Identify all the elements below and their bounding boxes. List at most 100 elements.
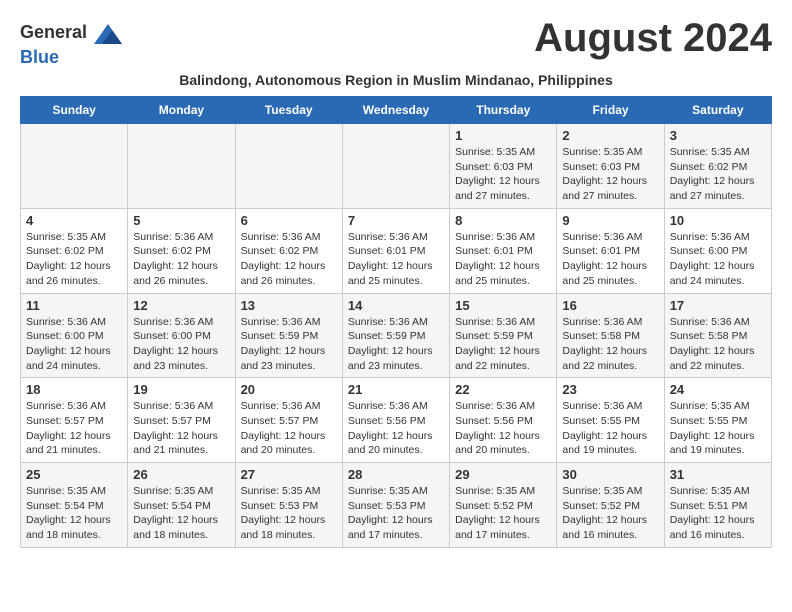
- day-number: 9: [562, 213, 658, 228]
- day-number: 7: [348, 213, 444, 228]
- day-info: Sunrise: 5:36 AMSunset: 6:00 PMDaylight:…: [26, 315, 122, 374]
- calendar-day-1: 1 Sunrise: 5:35 AMSunset: 6:03 PMDaylight…: [450, 124, 557, 209]
- calendar-day-25: 25 Sunrise: 5:35 AMSunset: 5:54 PMDayligh…: [21, 463, 128, 548]
- calendar-week-row: 11Sunrise: 5:36 AMSunset: 6:00 PMDayligh…: [21, 293, 772, 378]
- day-info: Sunrise: 5:36 AMSunset: 6:00 PMDaylight:…: [670, 230, 766, 289]
- calendar-day-21: 21 Sunrise: 5:36 AMSunset: 5:56 PMDayligh…: [342, 378, 449, 463]
- day-info: Sunrise: 5:36 AMSunset: 6:01 PMDaylight:…: [455, 230, 551, 289]
- day-header-sunday: Sunday: [21, 97, 128, 124]
- day-info: Sunrise: 5:36 AMSunset: 6:00 PMDaylight:…: [133, 315, 229, 374]
- day-number: 26: [133, 467, 229, 482]
- month-year-title: August 2024: [534, 16, 772, 60]
- calendar-day-10: 10 Sunrise: 5:36 AMSunset: 6:00 PMDayligh…: [664, 208, 771, 293]
- logo-general: General: [20, 22, 87, 42]
- day-info: Sunrise: 5:35 AMSunset: 6:02 PMDaylight:…: [670, 145, 766, 204]
- calendar-subtitle: Balindong, Autonomous Region in Muslim M…: [20, 72, 772, 88]
- calendar-week-row: 25 Sunrise: 5:35 AMSunset: 5:54 PMDayligh…: [21, 463, 772, 548]
- calendar-empty-cell: [21, 124, 128, 209]
- calendar-day-2: 2 Sunrise: 5:35 AMSunset: 6:03 PMDaylight…: [557, 124, 664, 209]
- calendar-day-4: 4Sunrise: 5:35 AMSunset: 6:02 PMDaylight…: [21, 208, 128, 293]
- day-number: 16: [562, 298, 658, 313]
- calendar-day-22: 22 Sunrise: 5:36 AMSunset: 5:56 PMDayligh…: [450, 378, 557, 463]
- calendar-week-row: 1 Sunrise: 5:35 AMSunset: 6:03 PMDaylight…: [21, 124, 772, 209]
- calendar-table: SundayMondayTuesdayWednesdayThursdayFrid…: [20, 96, 772, 548]
- calendar-day-15: 15 Sunrise: 5:36 AMSunset: 5:59 PMDayligh…: [450, 293, 557, 378]
- day-info: Sunrise: 5:35 AMSunset: 5:54 PMDaylight:…: [133, 484, 229, 543]
- day-header-monday: Monday: [128, 97, 235, 124]
- calendar-day-13: 13 Sunrise: 5:36 AMSunset: 5:59 PMDayligh…: [235, 293, 342, 378]
- calendar-day-20: 20 Sunrise: 5:36 AMSunset: 5:57 PMDayligh…: [235, 378, 342, 463]
- calendar-empty-cell: [128, 124, 235, 209]
- day-number: 3: [670, 128, 766, 143]
- day-number: 19: [133, 382, 229, 397]
- calendar-day-3: 3 Sunrise: 5:35 AMSunset: 6:02 PMDaylight…: [664, 124, 771, 209]
- day-info: Sunrise: 5:36 AMSunset: 5:59 PMDaylight:…: [241, 315, 337, 374]
- day-info: Sunrise: 5:35 AMSunset: 5:55 PMDaylight:…: [670, 399, 766, 458]
- day-number: 1: [455, 128, 551, 143]
- calendar-day-26: 26 Sunrise: 5:35 AMSunset: 5:54 PMDayligh…: [128, 463, 235, 548]
- calendar-day-17: 17 Sunrise: 5:36 AMSunset: 5:58 PMDayligh…: [664, 293, 771, 378]
- day-info: Sunrise: 5:36 AMSunset: 5:59 PMDaylight:…: [348, 315, 444, 374]
- day-number: 2: [562, 128, 658, 143]
- day-number: 20: [241, 382, 337, 397]
- day-number: 21: [348, 382, 444, 397]
- calendar-week-row: 18 Sunrise: 5:36 AMSunset: 5:57 PMDayligh…: [21, 378, 772, 463]
- day-info: Sunrise: 5:36 AMSunset: 5:58 PMDaylight:…: [670, 315, 766, 374]
- logo-blue: Blue: [20, 47, 59, 67]
- day-number: 30: [562, 467, 658, 482]
- calendar-day-19: 19 Sunrise: 5:36 AMSunset: 5:57 PMDayligh…: [128, 378, 235, 463]
- calendar-day-30: 30Sunrise: 5:35 AMSunset: 5:52 PMDayligh…: [557, 463, 664, 548]
- day-info: Sunrise: 5:36 AMSunset: 5:59 PMDaylight:…: [455, 315, 551, 374]
- day-number: 15: [455, 298, 551, 313]
- calendar-week-row: 4Sunrise: 5:35 AMSunset: 6:02 PMDaylight…: [21, 208, 772, 293]
- day-info: Sunrise: 5:35 AMSunset: 5:53 PMDaylight:…: [348, 484, 444, 543]
- day-info: Sunrise: 5:36 AMSunset: 6:01 PMDaylight:…: [348, 230, 444, 289]
- calendar-day-9: 9 Sunrise: 5:36 AMSunset: 6:01 PMDaylight…: [557, 208, 664, 293]
- day-info: Sunrise: 5:35 AMSunset: 5:54 PMDaylight:…: [26, 484, 122, 543]
- calendar-day-8: 8 Sunrise: 5:36 AMSunset: 6:01 PMDaylight…: [450, 208, 557, 293]
- day-header-thursday: Thursday: [450, 97, 557, 124]
- day-number: 18: [26, 382, 122, 397]
- day-header-friday: Friday: [557, 97, 664, 124]
- day-number: 17: [670, 298, 766, 313]
- calendar-day-5: 5 Sunrise: 5:36 AMSunset: 6:02 PMDaylight…: [128, 208, 235, 293]
- day-number: 31: [670, 467, 766, 482]
- day-number: 12: [133, 298, 229, 313]
- calendar-day-6: 6 Sunrise: 5:36 AMSunset: 6:02 PMDaylight…: [235, 208, 342, 293]
- calendar-day-14: 14 Sunrise: 5:36 AMSunset: 5:59 PMDayligh…: [342, 293, 449, 378]
- calendar-empty-cell: [235, 124, 342, 209]
- day-info: Sunrise: 5:36 AMSunset: 6:02 PMDaylight:…: [241, 230, 337, 289]
- day-number: 23: [562, 382, 658, 397]
- calendar-empty-cell: [342, 124, 449, 209]
- calendar-day-18: 18 Sunrise: 5:36 AMSunset: 5:57 PMDayligh…: [21, 378, 128, 463]
- day-number: 10: [670, 213, 766, 228]
- logo: General Blue: [20, 20, 122, 68]
- day-header-wednesday: Wednesday: [342, 97, 449, 124]
- calendar-day-7: 7 Sunrise: 5:36 AMSunset: 6:01 PMDaylight…: [342, 208, 449, 293]
- calendar-day-29: 29Sunrise: 5:35 AMSunset: 5:52 PMDayligh…: [450, 463, 557, 548]
- day-number: 22: [455, 382, 551, 397]
- day-header-saturday: Saturday: [664, 97, 771, 124]
- day-info: Sunrise: 5:36 AMSunset: 6:01 PMDaylight:…: [562, 230, 658, 289]
- day-number: 6: [241, 213, 337, 228]
- day-number: 13: [241, 298, 337, 313]
- day-number: 5: [133, 213, 229, 228]
- day-info: Sunrise: 5:36 AMSunset: 5:57 PMDaylight:…: [133, 399, 229, 458]
- day-number: 8: [455, 213, 551, 228]
- day-info: Sunrise: 5:36 AMSunset: 5:56 PMDaylight:…: [455, 399, 551, 458]
- day-header-tuesday: Tuesday: [235, 97, 342, 124]
- day-info: Sunrise: 5:35 AMSunset: 6:03 PMDaylight:…: [562, 145, 658, 204]
- day-info: Sunrise: 5:35 AMSunset: 5:51 PMDaylight:…: [670, 484, 766, 543]
- calendar-day-16: 16Sunrise: 5:36 AMSunset: 5:58 PMDayligh…: [557, 293, 664, 378]
- day-info: Sunrise: 5:36 AMSunset: 5:57 PMDaylight:…: [241, 399, 337, 458]
- day-info: Sunrise: 5:36 AMSunset: 6:02 PMDaylight:…: [133, 230, 229, 289]
- day-number: 25: [26, 467, 122, 482]
- day-info: Sunrise: 5:36 AMSunset: 5:56 PMDaylight:…: [348, 399, 444, 458]
- day-info: Sunrise: 5:35 AMSunset: 6:03 PMDaylight:…: [455, 145, 551, 204]
- calendar-day-27: 27Sunrise: 5:35 AMSunset: 5:53 PMDayligh…: [235, 463, 342, 548]
- day-info: Sunrise: 5:36 AMSunset: 5:57 PMDaylight:…: [26, 399, 122, 458]
- logo-icon: [94, 20, 122, 48]
- day-info: Sunrise: 5:35 AMSunset: 6:02 PMDaylight:…: [26, 230, 122, 289]
- day-number: 14: [348, 298, 444, 313]
- calendar-day-12: 12 Sunrise: 5:36 AMSunset: 6:00 PMDayligh…: [128, 293, 235, 378]
